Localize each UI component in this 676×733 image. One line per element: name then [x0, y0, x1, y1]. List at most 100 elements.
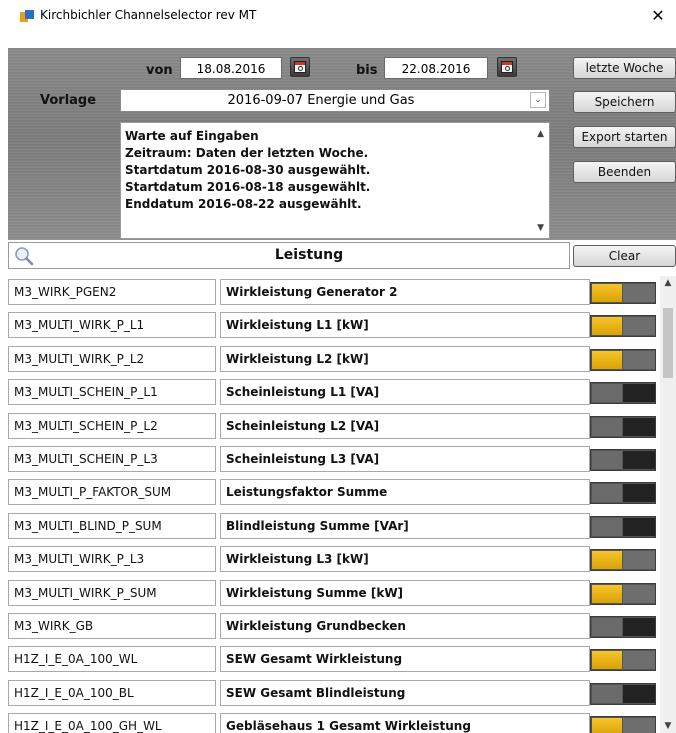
toggle-knob	[623, 484, 655, 503]
log-scroll-down-icon[interactable]: ▼	[537, 223, 544, 233]
toggle-knob	[623, 517, 655, 536]
channel-row[interactable]: M3_MULTI_P_FAKTOR_SUM Leistungsfaktor Sum…	[8, 476, 660, 510]
toggle-track	[623, 317, 655, 336]
to-date-field[interactable]: 22.08.2016	[384, 57, 488, 79]
channel-toggle-on[interactable]	[590, 348, 656, 371]
channel-toggle-off[interactable]	[590, 382, 656, 405]
log-line: Enddatum 2016-08-22 ausgewählt.	[125, 197, 362, 211]
channel-row[interactable]: M3_WIRK_GB Wirkleistung Grundbecken	[8, 610, 660, 644]
chevron-down-icon[interactable]: ⌄	[530, 92, 546, 108]
channel-description: Scheinleistung L2 [VA]	[220, 412, 590, 439]
channel-description: SEW Gesamt Blindleistung	[220, 679, 590, 706]
channel-description: Wirkleistung L3 [kW]	[220, 546, 590, 573]
from-date-field[interactable]: 18.08.2016	[180, 57, 282, 79]
quit-button[interactable]: Beenden	[573, 161, 676, 183]
toggle-track	[623, 284, 655, 302]
toggle-track	[592, 684, 622, 703]
export-button[interactable]: Export starten	[573, 126, 676, 148]
channel-code: M3_WIRK_PGEN2	[8, 279, 216, 305]
template-select[interactable]: 2016-09-07 Energie und Gas ⌄	[120, 89, 550, 112]
channel-row[interactable]: M3_MULTI_BLIND_P_SUM Blindleistung Summe …	[8, 510, 660, 544]
list-scrollbar[interactable]: ▲ ▼	[660, 276, 676, 733]
toggle-knob	[592, 718, 622, 733]
channel-toggle-on[interactable]	[590, 549, 656, 572]
log-line: Warte auf Eingaben	[125, 129, 259, 143]
channel-description: Wirkleistung Generator 2	[220, 279, 590, 305]
channel-code: H1Z_I_E_0A_100_GH_WL	[8, 713, 216, 733]
channel-code: M3_MULTI_WIRK_P_SUM	[8, 579, 216, 606]
clear-button[interactable]: Clear	[573, 245, 676, 267]
channel-description: Wirkleistung L1 [kW]	[220, 312, 590, 339]
toggle-knob	[623, 417, 655, 436]
from-label: von	[146, 63, 173, 78]
scroll-up-icon[interactable]: ▲	[660, 278, 676, 288]
channel-description: Wirkleistung Summe [kW]	[220, 579, 590, 606]
channel-code: H1Z_I_E_0A_100_BL	[8, 679, 216, 706]
toggle-knob	[592, 651, 622, 670]
last-week-button[interactable]: letzte Woche	[573, 57, 676, 79]
toggle-knob	[592, 551, 622, 570]
app-icon	[20, 10, 34, 22]
channel-row[interactable]: M3_MULTI_WIRK_P_L2 Wirkleistung L2 [kW]	[8, 343, 660, 377]
template-label: Vorlage	[40, 93, 97, 108]
toggle-knob	[592, 584, 622, 603]
channel-row[interactable]: H1Z_I_E_0A_100_WL SEW Gesamt Wirkleistung	[8, 643, 660, 677]
channel-toggle-off[interactable]	[590, 482, 656, 505]
channel-row[interactable]: M3_MULTI_SCHEIN_P_L2 Scheinleistung L2 [V…	[8, 410, 660, 444]
channel-description: Wirkleistung L2 [kW]	[220, 345, 590, 372]
toggle-track	[623, 584, 655, 603]
from-calendar-icon[interactable]	[290, 57, 310, 77]
channel-row[interactable]: H1Z_I_E_0A_100_GH_WL Gebläsehaus 1 Gesamt…	[8, 710, 660, 733]
channel-toggle-off[interactable]	[590, 616, 656, 638]
toggle-track	[592, 618, 622, 636]
channel-row[interactable]: M3_MULTI_SCHEIN_P_L1 Scheinleistung L1 [V…	[8, 376, 660, 410]
template-value: 2016-09-07 Energie und Gas	[227, 93, 415, 108]
channel-row[interactable]: M3_MULTI_SCHEIN_P_L3 Scheinleistung L3 [V…	[8, 443, 660, 477]
title-bar: Kirchbichler Channelselector rev MT ✕	[0, 0, 676, 32]
channel-row[interactable]: M3_MULTI_WIRK_P_L1 Wirkleistung L1 [kW]	[8, 309, 660, 343]
search-input[interactable]: Leistung	[9, 243, 609, 268]
channel-code: M3_MULTI_SCHEIN_P_L2	[8, 412, 216, 439]
channel-code: H1Z_I_E_0A_100_WL	[8, 646, 216, 673]
to-calendar-icon[interactable]	[497, 57, 517, 77]
toggle-track	[623, 551, 655, 570]
channel-code: M3_MULTI_SCHEIN_P_L3	[8, 446, 216, 472]
toggle-track	[623, 350, 655, 369]
toggle-track	[592, 517, 622, 536]
log-line: Startdatum 2016-08-18 ausgewählt.	[125, 180, 371, 194]
channel-toggle-on[interactable]	[590, 716, 656, 733]
channel-toggle-on[interactable]	[590, 282, 656, 304]
channel-description: SEW Gesamt Wirkleistung	[220, 646, 590, 673]
channel-description: Leistungsfaktor Summe	[220, 479, 590, 506]
channel-toggle-off[interactable]	[590, 682, 656, 705]
channel-toggle-on[interactable]	[590, 315, 656, 338]
channel-row[interactable]: M3_MULTI_WIRK_P_SUM Wirkleistung Summe [k…	[8, 577, 660, 611]
toggle-knob	[623, 384, 655, 403]
toggle-knob	[592, 284, 622, 302]
channel-toggle-off[interactable]	[590, 449, 656, 471]
channel-code: M3_MULTI_WIRK_P_L2	[8, 345, 216, 372]
scroll-down-icon[interactable]: ▼	[660, 721, 676, 731]
toggle-track	[623, 651, 655, 670]
channel-toggle-on[interactable]	[590, 582, 656, 605]
window-title: Kirchbichler Channelselector rev MT	[40, 8, 257, 22]
channel-toggle-on[interactable]	[590, 649, 656, 672]
channel-row[interactable]: M3_MULTI_WIRK_P_L3 Wirkleistung L3 [kW]	[8, 543, 660, 577]
channel-description: Scheinleistung L3 [VA]	[220, 446, 590, 472]
channel-description: Wirkleistung Grundbecken	[220, 613, 590, 639]
save-button[interactable]: Speichern	[573, 91, 676, 113]
status-log: Warte auf Eingaben Zeitraum: Daten der l…	[120, 122, 550, 239]
to-label: bis	[356, 63, 378, 78]
scroll-thumb[interactable]	[663, 308, 673, 378]
log-line: Zeitraum: Daten der letzten Woche.	[125, 146, 369, 160]
channel-row[interactable]: M3_WIRK_PGEN2 Wirkleistung Generator 2	[8, 276, 660, 310]
channel-toggle-off[interactable]	[590, 415, 656, 438]
channel-description: Scheinleistung L1 [VA]	[220, 379, 590, 406]
search-bar[interactable]: Leistung	[8, 242, 570, 269]
close-icon[interactable]: ✕	[640, 0, 676, 32]
log-scroll-up-icon[interactable]: ▲	[537, 129, 544, 139]
channel-code: M3_MULTI_P_FAKTOR_SUM	[8, 479, 216, 506]
channel-row[interactable]: H1Z_I_E_0A_100_BL SEW Gesamt Blindleistun…	[8, 677, 660, 711]
channel-toggle-off[interactable]	[590, 515, 656, 538]
toggle-knob	[592, 317, 622, 336]
